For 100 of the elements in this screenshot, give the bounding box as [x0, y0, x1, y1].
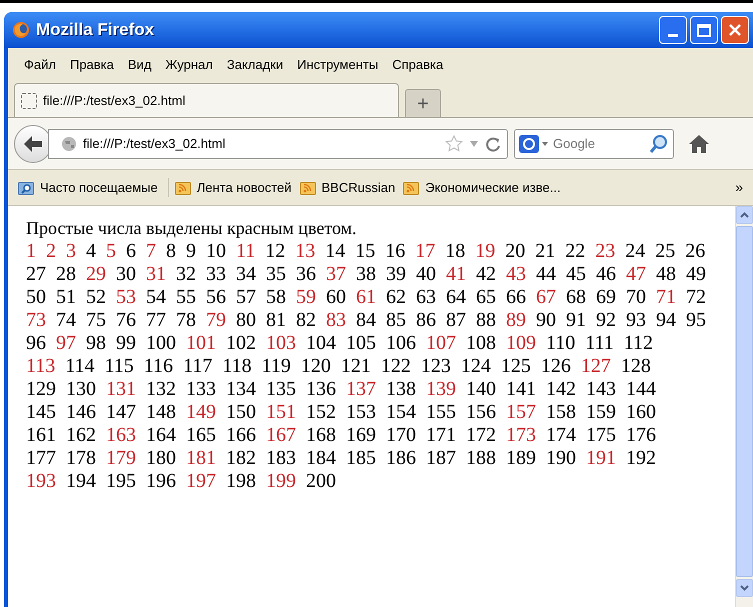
more-bookmarks-button[interactable]: » [735, 177, 743, 198]
number-text: 29 [86, 263, 106, 286]
number-text: 75 [86, 309, 106, 332]
minimize-button[interactable] [659, 16, 687, 44]
home-icon[interactable] [688, 134, 710, 154]
number-text: 194 [66, 470, 96, 493]
number-text: 82 [296, 309, 316, 332]
number-text: 138 [386, 378, 416, 401]
number-text: 3 [66, 240, 76, 263]
menu-item[interactable]: Журнал [159, 53, 219, 77]
number-text: 55 [176, 286, 196, 309]
number-text: 113 [26, 355, 56, 378]
search-box[interactable]: Google [514, 128, 674, 158]
number-text: 102 [226, 332, 256, 355]
number-text: 37 [326, 263, 346, 286]
number-text: 112 [624, 332, 654, 355]
number-text: 104 [306, 332, 336, 355]
number-text: 87 [446, 309, 466, 332]
number-text: 50 [26, 286, 46, 309]
dropdown-arrow-icon[interactable] [469, 140, 479, 148]
scroll-down-button[interactable] [736, 579, 753, 597]
number-text: 183 [266, 447, 296, 470]
number-text: 22 [565, 240, 586, 263]
number-text: 164 [146, 424, 176, 447]
page-heading: Простые числа выделены красным цветом. [26, 217, 358, 240]
number-text: 45 [566, 263, 586, 286]
star-icon[interactable] [445, 134, 463, 152]
number-text: 140 [466, 378, 496, 401]
number-text: 103 [266, 332, 296, 355]
number-text: 123 [420, 355, 451, 378]
close-button[interactable] [721, 16, 749, 44]
scroll-up-button[interactable] [736, 206, 753, 224]
number-text: 134 [226, 378, 256, 401]
number-text: 182 [226, 447, 256, 470]
number-text: 33 [206, 263, 226, 286]
bookmark-item[interactable]: Часто посещаемые [18, 178, 158, 198]
number-text: 46 [596, 263, 616, 286]
search-icon[interactable] [649, 134, 669, 154]
number-text: 154 [386, 401, 416, 424]
maximize-button[interactable] [690, 16, 718, 44]
new-tab-button[interactable]: + [405, 89, 441, 117]
number-text: 77 [146, 309, 166, 332]
number-text: 66 [506, 286, 526, 309]
number-text: 71 [656, 286, 676, 309]
number-text: 170 [386, 424, 416, 447]
number-text: 107 [426, 332, 456, 355]
number-text: 42 [476, 263, 496, 286]
number-text: 88 [476, 309, 496, 332]
number-text: 64 [446, 286, 466, 309]
number-text: 27 [26, 263, 46, 286]
menu-item[interactable]: Закладки [220, 53, 290, 77]
search-engine-icon[interactable] [519, 134, 549, 154]
browser-tab[interactable]: file:///P:/test/ex3_02.html [14, 83, 399, 117]
number-text: 152 [306, 401, 336, 424]
number-text: 91 [566, 309, 586, 332]
number-text: 73 [26, 309, 46, 332]
search-field[interactable]: Google [553, 134, 645, 154]
bookmark-item[interactable]: Экономические изве... [403, 178, 561, 198]
number-text: 179 [106, 447, 136, 470]
menu-item[interactable]: Инструменты [291, 53, 384, 77]
number-text: 137 [346, 378, 376, 401]
number-text: 32 [176, 263, 196, 286]
down-chevron-icon [740, 585, 749, 591]
number-text: 30 [116, 263, 136, 286]
number-text: 93 [626, 309, 646, 332]
number-text: 52 [86, 286, 106, 309]
number-text: 99 [116, 332, 136, 355]
menu-item[interactable]: Файл [18, 53, 62, 77]
number-text: 58 [266, 286, 286, 309]
menu-item[interactable]: Правка [64, 53, 120, 77]
number-text: 25 [655, 240, 676, 263]
menu-item[interactable]: Вид [122, 53, 158, 77]
number-text: 114 [65, 355, 95, 378]
number-text: 132 [146, 378, 176, 401]
scroll-thumb[interactable] [736, 226, 753, 577]
number-text: 23 [595, 240, 616, 263]
bookmark-item[interactable]: Лента новостей [174, 178, 292, 198]
bookmark-item[interactable]: BBCRussian [300, 178, 396, 198]
number-text: 146 [66, 401, 96, 424]
address-field[interactable]: file:///P:/test/ex3_02.html [48, 128, 508, 158]
firefox-logo-icon [12, 21, 30, 39]
number-text: 96 [26, 332, 46, 355]
number-text: 65 [476, 286, 496, 309]
number-text: 144 [626, 378, 656, 401]
number-text: 47 [626, 263, 646, 286]
number-text: 142 [546, 378, 576, 401]
number-text: 6 [126, 240, 136, 263]
number-text: 139 [426, 378, 456, 401]
number-text: 191 [586, 447, 616, 470]
number-text: 72 [686, 286, 706, 309]
number-text: 197 [186, 470, 216, 493]
number-text: 111 [585, 332, 614, 355]
number-text: 61 [356, 286, 376, 309]
number-text: 101 [186, 332, 216, 355]
menu-item[interactable]: Справка [386, 53, 450, 77]
reload-icon[interactable] [485, 136, 501, 152]
vertical-scrollbar[interactable] [735, 206, 753, 607]
number-text: 7 [146, 240, 156, 263]
number-text: 186 [386, 447, 416, 470]
number-text: 129 [26, 378, 56, 401]
